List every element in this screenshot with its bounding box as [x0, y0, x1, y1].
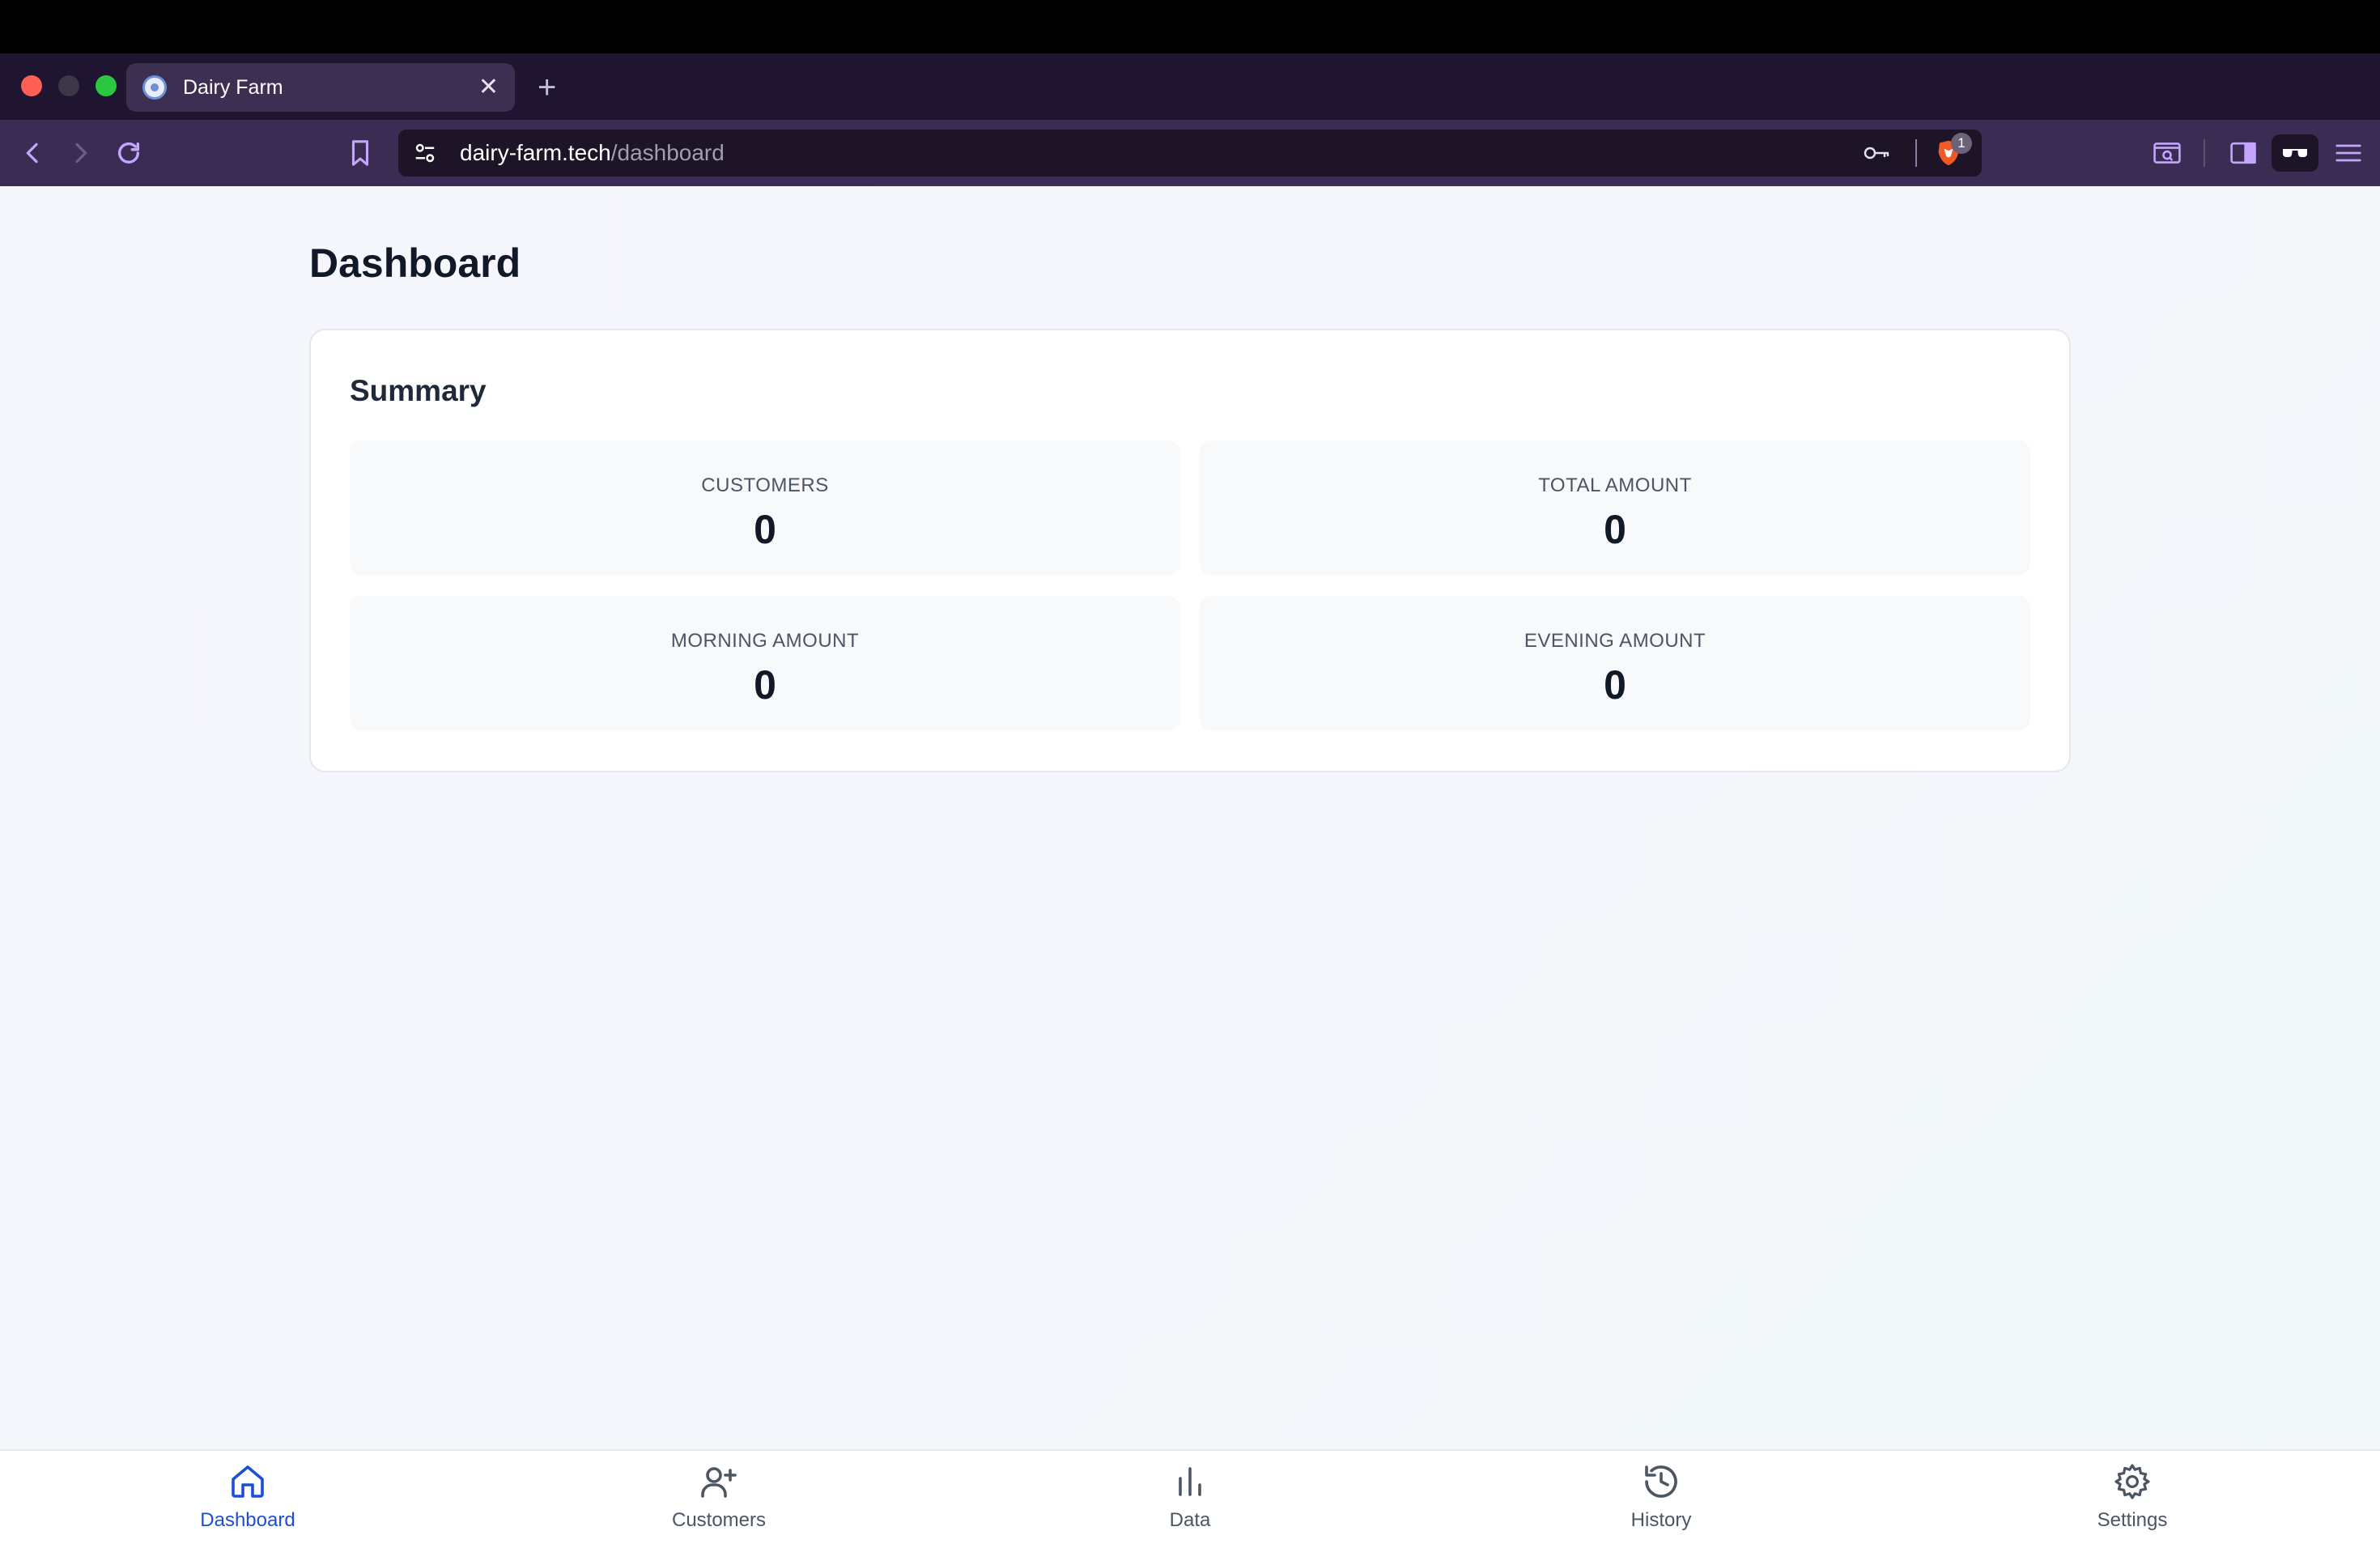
nav-dashboard[interactable]: Dashboard — [142, 1459, 353, 1543]
window-close-button[interactable] — [21, 75, 42, 96]
nav-label: History — [1630, 1509, 1692, 1531]
site-settings-icon[interactable] — [408, 136, 442, 170]
stat-evening-amount: EVENING AMOUNT 0 — [1200, 596, 2030, 730]
stat-value: 0 — [754, 507, 776, 552]
browser-tab[interactable]: Dairy Farm ✕ — [126, 63, 515, 112]
reload-icon[interactable] — [112, 136, 146, 170]
stat-value: 0 — [1604, 662, 1626, 708]
stat-label: MORNING AMOUNT — [670, 630, 860, 652]
key-icon[interactable] — [1860, 136, 1894, 170]
stat-value: 0 — [1604, 507, 1626, 552]
stat-label: TOTAL AMOUNT — [1538, 474, 1692, 496]
stat-label: CUSTOMERS — [701, 474, 829, 496]
shield-badge: 1 — [1951, 133, 1972, 154]
sidebar-toggle-icon[interactable] — [2226, 136, 2260, 170]
history-icon — [1645, 1465, 1677, 1498]
glasses-icon — [2283, 149, 2307, 158]
nav-label: Settings — [2097, 1509, 2168, 1531]
toolbar-divider-2 — [2204, 139, 2205, 167]
bookmark-icon[interactable] — [343, 136, 377, 170]
nav-customers[interactable]: Customers — [614, 1459, 824, 1543]
user-plus-icon — [701, 1467, 737, 1498]
stat-value: 0 — [754, 662, 776, 708]
window-maximize-button[interactable] — [96, 75, 117, 96]
url-text: dairy-farm.tech/dashboard — [460, 138, 725, 168]
nav-history[interactable]: History — [1556, 1459, 1766, 1543]
new-tab-button[interactable]: + — [538, 70, 556, 105]
reader-mode-button[interactable] — [2272, 134, 2318, 172]
tab-title: Dairy Farm — [183, 75, 283, 99]
nav-data[interactable]: Data — [1085, 1459, 1295, 1543]
tab-close-icon[interactable]: ✕ — [478, 75, 499, 100]
shield-badge-count: 1 — [1957, 135, 1966, 151]
stat-label: EVENING AMOUNT — [1524, 630, 1706, 652]
gear-icon — [2114, 1464, 2150, 1499]
forward-icon[interactable] — [63, 136, 97, 170]
nav-label: Customers — [671, 1509, 767, 1531]
back-icon[interactable] — [16, 136, 50, 170]
page-title: Dashboard — [309, 240, 521, 286]
home-icon — [232, 1465, 264, 1498]
stat-total-amount: TOTAL AMOUNT 0 — [1200, 440, 2030, 575]
search-tabs-icon[interactable] — [2150, 136, 2184, 170]
summary-title: Summary — [350, 374, 487, 407]
screen-top-strip — [0, 0, 2380, 53]
bar-chart-icon — [1179, 1467, 1201, 1496]
url-host: dairy-farm.tech — [460, 140, 611, 165]
window-minimize-button[interactable] — [58, 75, 79, 96]
menu-icon[interactable] — [2331, 136, 2365, 170]
favicon-icon — [142, 75, 167, 100]
toolbar-divider — [1915, 139, 1917, 167]
nav-settings[interactable]: Settings — [2027, 1459, 2238, 1543]
url-path: /dashboard — [610, 140, 725, 165]
nav-label: Data — [1169, 1509, 1211, 1531]
nav-label: Dashboard — [200, 1509, 295, 1531]
stat-morning-amount: MORNING AMOUNT 0 — [350, 596, 1180, 730]
stat-customers: CUSTOMERS 0 — [350, 440, 1180, 575]
